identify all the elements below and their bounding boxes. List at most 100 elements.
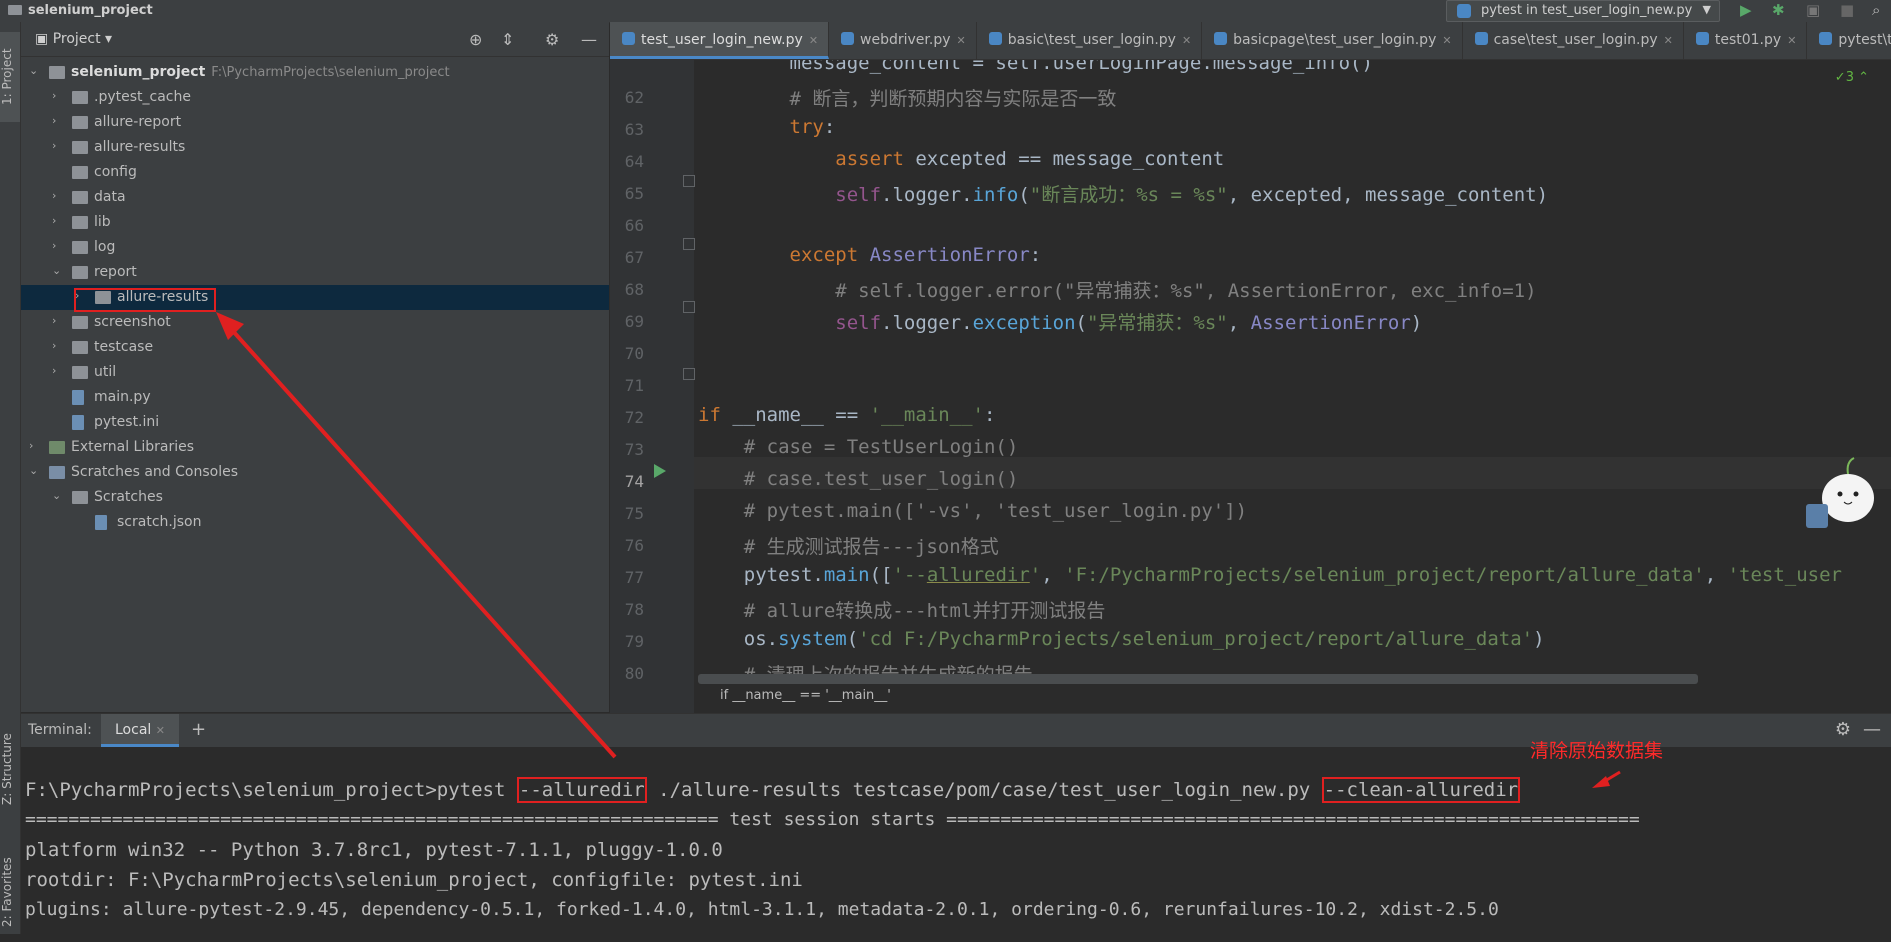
chevron-down-icon[interactable]: ⌄ <box>29 464 41 477</box>
tree-item[interactable]: › data <box>21 185 609 210</box>
horizontal-scrollbar[interactable] <box>698 674 1698 684</box>
tree-item[interactable]: ⌄ selenium_project F:\PycharmProjects\sele… <box>21 60 609 85</box>
close-icon[interactable]: ✕ <box>1182 34 1191 47</box>
tree-item[interactable]: config <box>21 160 609 185</box>
chevron-down-icon[interactable]: ⌄ <box>52 489 64 502</box>
close-icon[interactable]: ✕ <box>156 724 165 737</box>
minimize-icon[interactable]: — <box>1863 719 1881 740</box>
close-icon[interactable]: ✕ <box>1442 34 1451 47</box>
tree-item[interactable]: main.py <box>21 385 609 410</box>
new-terminal-icon[interactable]: + <box>191 719 206 740</box>
close-icon[interactable]: ✕ <box>1787 34 1796 47</box>
chevron-right-icon[interactable]: › <box>52 89 64 102</box>
chevron-down-icon[interactable]: ⌄ <box>29 64 41 77</box>
tree-item[interactable]: › lib <box>21 210 609 235</box>
chevron-right-icon[interactable]: › <box>29 439 41 452</box>
tree-item[interactable]: › testcase <box>21 335 609 360</box>
folder-icon <box>72 266 88 279</box>
tree-item[interactable]: ⌄ Scratches and Consoles <box>21 460 609 485</box>
line-number: 71 <box>624 376 644 395</box>
highlight-report-allure-results <box>74 288 216 312</box>
gear-icon[interactable]: ⚙ <box>545 30 559 49</box>
close-icon[interactable]: ✕ <box>809 34 818 47</box>
code-line-65: self.logger.info("断言成功：%s = %s", excepte… <box>835 184 1549 206</box>
tree-item[interactable]: › screenshot <box>21 310 609 335</box>
tree-item-label: pytest.ini <box>94 414 160 430</box>
tree-item[interactable]: › .pytest_cache <box>21 85 609 110</box>
chevron-right-icon[interactable]: › <box>52 139 64 152</box>
mascot-sticker <box>1806 457 1874 528</box>
inspection-widget[interactable]: ✓3 ⌃ <box>1835 70 1869 85</box>
fold-marker[interactable] <box>683 368 695 380</box>
chevron-right-icon[interactable]: › <box>52 339 64 352</box>
line-number: 79 <box>624 632 644 651</box>
tree-item-path: F:\PycharmProjects\selenium_project <box>211 65 450 80</box>
editor-tab[interactable]: pytest\test_ <box>1807 22 1891 59</box>
editor-tab[interactable]: basic\test_user_login.py ✕ <box>977 22 1203 59</box>
tree-item-label: util <box>94 364 117 380</box>
chevron-right-icon[interactable]: › <box>52 114 64 127</box>
library-icon <box>49 441 65 454</box>
debug-icon[interactable]: ✱ <box>1772 1 1785 19</box>
chevron-right-icon[interactable]: › <box>52 214 64 227</box>
line-number: 76 <box>624 536 644 555</box>
chevron-right-icon[interactable]: › <box>52 239 64 252</box>
close-icon[interactable]: ✕ <box>957 34 966 47</box>
code-editor[interactable]: 62 63 64 65 66 67 68 69 70 71 72 73 74 75 76 77 78 79 80 ✓… <box>610 60 1891 713</box>
line-number: 69 <box>624 312 644 331</box>
editor-tab[interactable]: test_user_login_new.py ✕ <box>610 22 830 59</box>
line-number: 78 <box>624 600 644 619</box>
editor-tab-label: basicpage\test_user_login.py <box>1233 32 1437 48</box>
fold-marker[interactable] <box>683 238 695 250</box>
tree-item[interactable]: ⌄ Scratches <box>21 485 609 510</box>
python-icon <box>1457 4 1471 18</box>
fold-marker[interactable] <box>683 175 695 187</box>
breadcrumb[interactable]: if __name__ == '__main__' <box>720 688 891 703</box>
tree-item[interactable]: scratch.json <box>21 510 609 535</box>
tree-item[interactable]: › log <box>21 235 609 260</box>
gear-icon[interactable]: ⚙ <box>1835 719 1851 740</box>
tree-item[interactable]: › allure-results <box>21 135 609 160</box>
chevron-down-icon[interactable]: ⌄ <box>52 264 64 277</box>
collapse-all-icon[interactable]: ⇕ <box>501 30 514 49</box>
fold-marker[interactable] <box>683 301 695 313</box>
minimize-icon[interactable]: — <box>581 30 597 49</box>
code-line-67: except AssertionError: <box>789 244 1042 266</box>
stop-icon[interactable]: ■ <box>1840 1 1854 19</box>
tab-local-terminal[interactable]: Local ✕ <box>101 714 179 747</box>
tree-item[interactable]: › util <box>21 360 609 385</box>
run-config-dropdown[interactable]: pytest in test_user_login_new.py ▼ <box>1446 0 1720 22</box>
tab-favorites-tool[interactable]: 2: Favorites <box>0 842 20 942</box>
run-icon[interactable]: ▶ <box>1740 1 1752 19</box>
highlight-clean-alluredir-option: --clean-alluredir <box>1321 777 1521 803</box>
run-gutter-icon[interactable] <box>654 464 666 478</box>
python-file-icon <box>1819 32 1833 45</box>
terminal-command-line[interactable]: F:\PycharmProjects\selenium_project>pyte… <box>25 777 1521 803</box>
tree-item[interactable]: pytest.ini <box>21 410 609 435</box>
code-line-76: # 生成测试报告---json格式 <box>743 536 999 558</box>
line-number: 75 <box>624 504 644 523</box>
editor-tab[interactable]: webdriver.py ✕ <box>829 22 977 59</box>
tree-item[interactable]: › allure-report <box>21 110 609 135</box>
editor-tab[interactable]: test01.py ✕ <box>1684 22 1808 59</box>
chevron-right-icon[interactable]: › <box>52 314 64 327</box>
tab-structure-tool[interactable]: Z: Structure <box>0 714 20 824</box>
folder-icon <box>8 5 22 15</box>
close-icon[interactable]: ✕ <box>1664 34 1673 47</box>
editor-tab[interactable]: case\test_user_login.py ✕ <box>1463 22 1684 59</box>
line-number: 65 <box>624 184 644 203</box>
editor-tabs: test_user_login_new.py ✕ webdriver.py ✕ basi… <box>610 22 1891 60</box>
line-number: 63 <box>624 120 644 139</box>
locate-icon[interactable]: ⊕ <box>469 30 482 49</box>
tree-item[interactable]: › External Libraries <box>21 435 609 460</box>
editor-tab[interactable]: basicpage\test_user_login.py ✕ <box>1202 22 1463 59</box>
code-line-61: message_content = self.userLoginPage.mes… <box>698 60 1373 74</box>
coverage-icon[interactable]: ▣ <box>1806 1 1820 19</box>
search-icon[interactable]: ⌕ <box>1872 1 1880 19</box>
tab-project-tool[interactable]: 1: Project <box>0 32 20 122</box>
tree-item[interactable]: ⌄ report <box>21 260 609 285</box>
tree-item-label: External Libraries <box>71 439 194 455</box>
chevron-right-icon[interactable]: › <box>52 189 64 202</box>
project-view-dropdown[interactable]: ▣ Project ▾ <box>35 31 112 47</box>
chevron-right-icon[interactable]: › <box>52 364 64 377</box>
